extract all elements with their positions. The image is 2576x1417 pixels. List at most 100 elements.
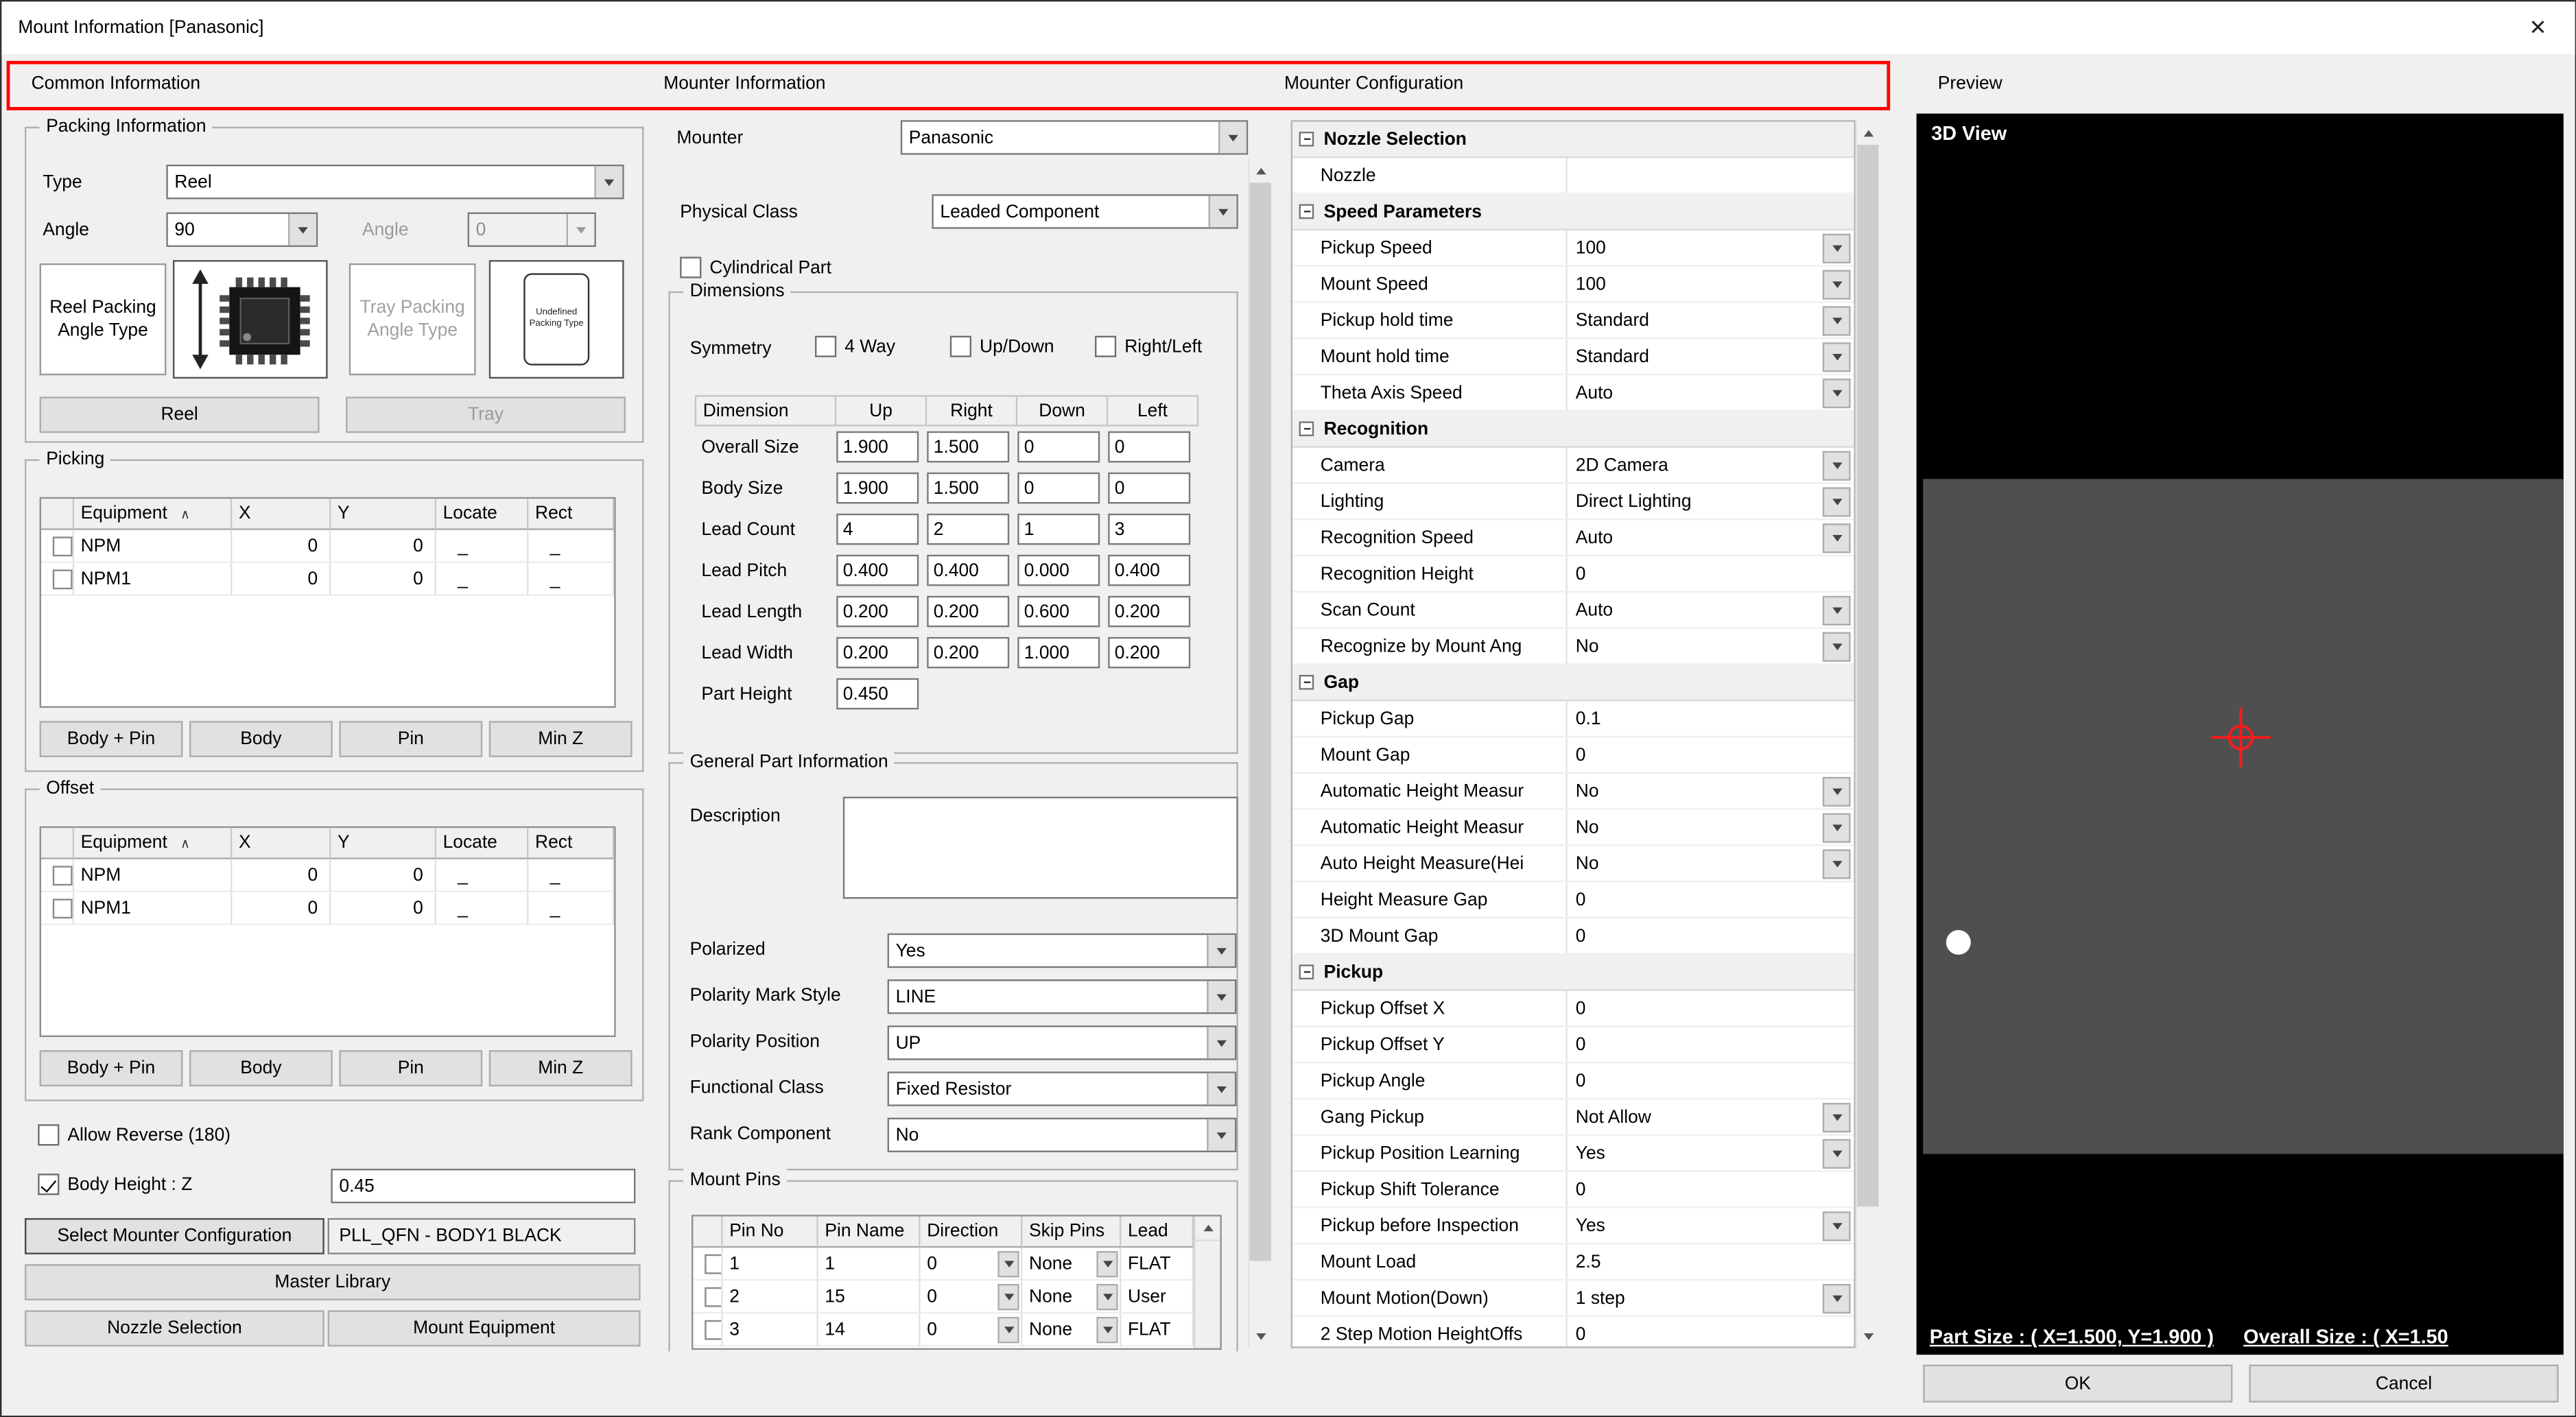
- pin-row[interactable]: 110NoneFLAT: [693, 1248, 1196, 1281]
- close-button[interactable]: ✕: [2501, 1, 2575, 54]
- collapse-minus-icon[interactable]: [1299, 964, 1314, 979]
- column-header[interactable]: X: [232, 499, 331, 530]
- dropdown-button[interactable]: [1823, 233, 1851, 263]
- grid-group-header[interactable]: Gap: [1292, 665, 1854, 702]
- grid-item[interactable]: Scan CountAuto: [1292, 593, 1854, 629]
- dimension-input[interactable]: [1017, 637, 1100, 669]
- checkbox-icon[interactable]: [38, 1124, 59, 1145]
- grid-item[interactable]: Pickup Position LearningYes: [1292, 1136, 1854, 1172]
- dropdown-button[interactable]: [1823, 486, 1851, 516]
- scroll-down-icon[interactable]: [1250, 1324, 1271, 1348]
- body-height-input[interactable]: [331, 1169, 635, 1203]
- picking-pin-button[interactable]: Pin: [339, 721, 482, 757]
- mount-equipment-button[interactable]: Mount Equipment: [328, 1310, 641, 1346]
- scroll-up-icon[interactable]: [1250, 158, 1271, 182]
- dimension-input[interactable]: [836, 431, 919, 463]
- dropdown-arrow-icon[interactable]: [1096, 1250, 1118, 1276]
- direction-cell[interactable]: 0: [921, 1248, 1023, 1281]
- picking-minz-button[interactable]: Min Z: [489, 721, 633, 757]
- dropdown-button[interactable]: [1823, 1211, 1851, 1240]
- dimension-input[interactable]: [836, 678, 919, 710]
- dropdown-arrow-icon[interactable]: [997, 1316, 1019, 1342]
- column-header[interactable]: Locate: [436, 499, 528, 530]
- column-header[interactable]: Direction: [921, 1217, 1023, 1248]
- grid-item[interactable]: Automatic Height MeasurNo: [1292, 810, 1854, 846]
- dimension-input[interactable]: [1017, 555, 1100, 586]
- preview-3d-view[interactable]: 3D View Part Size : ( X=1.500, Y=1.900 )…: [1917, 114, 2564, 1355]
- dropdown-button[interactable]: [1823, 812, 1851, 842]
- table-row[interactable]: NPM100__: [41, 563, 614, 596]
- pin-row[interactable]: 3140NoneFLAT: [693, 1313, 1196, 1346]
- table-row[interactable]: NPM100__: [41, 892, 614, 925]
- grid-item[interactable]: Pickup before InspectionYes: [1292, 1208, 1854, 1245]
- collapse-minus-icon[interactable]: [1299, 204, 1314, 219]
- dimension-input[interactable]: [1108, 637, 1190, 669]
- dropdown-arrow-icon[interactable]: [1207, 935, 1235, 966]
- grid-item[interactable]: Pickup Gap0.1: [1292, 701, 1854, 737]
- grid-item[interactable]: Nozzle: [1292, 158, 1854, 194]
- column-header[interactable]: Skip Pins: [1022, 1217, 1121, 1248]
- dimension-input[interactable]: [1017, 473, 1100, 504]
- dimension-input[interactable]: [927, 514, 1009, 545]
- dropdown-arrow-icon[interactable]: [594, 166, 622, 198]
- reel-button[interactable]: Reel: [40, 396, 320, 433]
- field-combo[interactable]: LINE: [888, 979, 1237, 1014]
- collapse-minus-icon[interactable]: [1299, 675, 1314, 690]
- dimension-input[interactable]: [1108, 431, 1190, 463]
- dimension-input[interactable]: [927, 637, 1009, 669]
- column-header[interactable]: Locate: [436, 828, 528, 859]
- dropdown-arrow-icon[interactable]: [288, 214, 316, 246]
- dropdown-button[interactable]: [1823, 523, 1851, 552]
- select-mounter-configuration-button[interactable]: Select Mounter Configuration: [25, 1218, 324, 1254]
- symmetry-4way-checkbox[interactable]: 4 Way: [815, 336, 895, 357]
- offset-minz-button[interactable]: Min Z: [489, 1050, 633, 1086]
- column-header[interactable]: X: [232, 828, 331, 859]
- column-header[interactable]: Rect: [528, 499, 614, 530]
- mounter-info-scrollbar[interactable]: [1248, 158, 1271, 1348]
- picking-body-button[interactable]: Body: [189, 721, 333, 757]
- checkbox-icon[interactable]: [1095, 336, 1116, 357]
- config-scrollbar[interactable]: [1856, 120, 1879, 1348]
- dimension-input[interactable]: [836, 473, 919, 504]
- grid-item[interactable]: Recognition Height0: [1292, 556, 1854, 593]
- row-checkbox[interactable]: [705, 1287, 722, 1307]
- grid-item[interactable]: Mount Speed100: [1292, 267, 1854, 303]
- skip-pins-cell[interactable]: None: [1022, 1313, 1121, 1346]
- checkbox-icon[interactable]: [815, 336, 836, 357]
- row-checkbox[interactable]: [53, 536, 73, 556]
- ok-button[interactable]: OK: [1923, 1365, 2232, 1403]
- grid-item[interactable]: Recognize by Mount AngNo: [1292, 629, 1854, 665]
- master-library-button[interactable]: Master Library: [25, 1264, 641, 1300]
- column-header[interactable]: [41, 828, 74, 859]
- column-header[interactable]: Y: [331, 499, 436, 530]
- physical-class-combo[interactable]: Leaded Component: [932, 194, 1238, 228]
- dimension-input[interactable]: [927, 431, 1009, 463]
- dropdown-button[interactable]: [1823, 269, 1851, 298]
- grid-item[interactable]: Automatic Height MeasurNo: [1292, 774, 1854, 810]
- grid-item[interactable]: Pickup Offset X0: [1292, 991, 1854, 1027]
- dropdown-arrow-icon[interactable]: [997, 1250, 1019, 1276]
- grid-group-header[interactable]: Recognition: [1292, 412, 1854, 448]
- dropdown-arrow-icon[interactable]: [1096, 1283, 1118, 1309]
- skip-pins-cell[interactable]: None: [1022, 1281, 1121, 1313]
- grid-group-header[interactable]: Speed Parameters: [1292, 194, 1854, 230]
- nozzle-selection-button[interactable]: Nozzle Selection: [25, 1310, 324, 1346]
- grid-item[interactable]: Camera2D Camera: [1292, 448, 1854, 484]
- offset-pin-button[interactable]: Pin: [339, 1050, 482, 1086]
- scrollbar-thumb[interactable]: [1857, 145, 1878, 1206]
- dropdown-button[interactable]: [1823, 305, 1851, 335]
- dropdown-button[interactable]: [1823, 595, 1851, 625]
- dropdown-arrow-icon[interactable]: [1096, 1316, 1118, 1342]
- grid-item[interactable]: Recognition SpeedAuto: [1292, 520, 1854, 556]
- row-checkbox[interactable]: [705, 1254, 722, 1274]
- grid-item[interactable]: Mount Gap0: [1292, 737, 1854, 774]
- dimension-input[interactable]: [1108, 555, 1190, 586]
- dropdown-button[interactable]: [1823, 631, 1851, 660]
- pin-row[interactable]: 2150NoneUser: [693, 1281, 1196, 1313]
- dimension-input[interactable]: [927, 473, 1009, 504]
- scrollbar-thumb[interactable]: [1250, 182, 1271, 1261]
- grid-item[interactable]: Gang PickupNot Allow: [1292, 1099, 1854, 1136]
- picking-body-pin-button[interactable]: Body + Pin: [40, 721, 183, 757]
- grid-item[interactable]: Pickup Angle0: [1292, 1063, 1854, 1099]
- grid-item[interactable]: 2 Step Motion HeightOffs0: [1292, 1317, 1854, 1348]
